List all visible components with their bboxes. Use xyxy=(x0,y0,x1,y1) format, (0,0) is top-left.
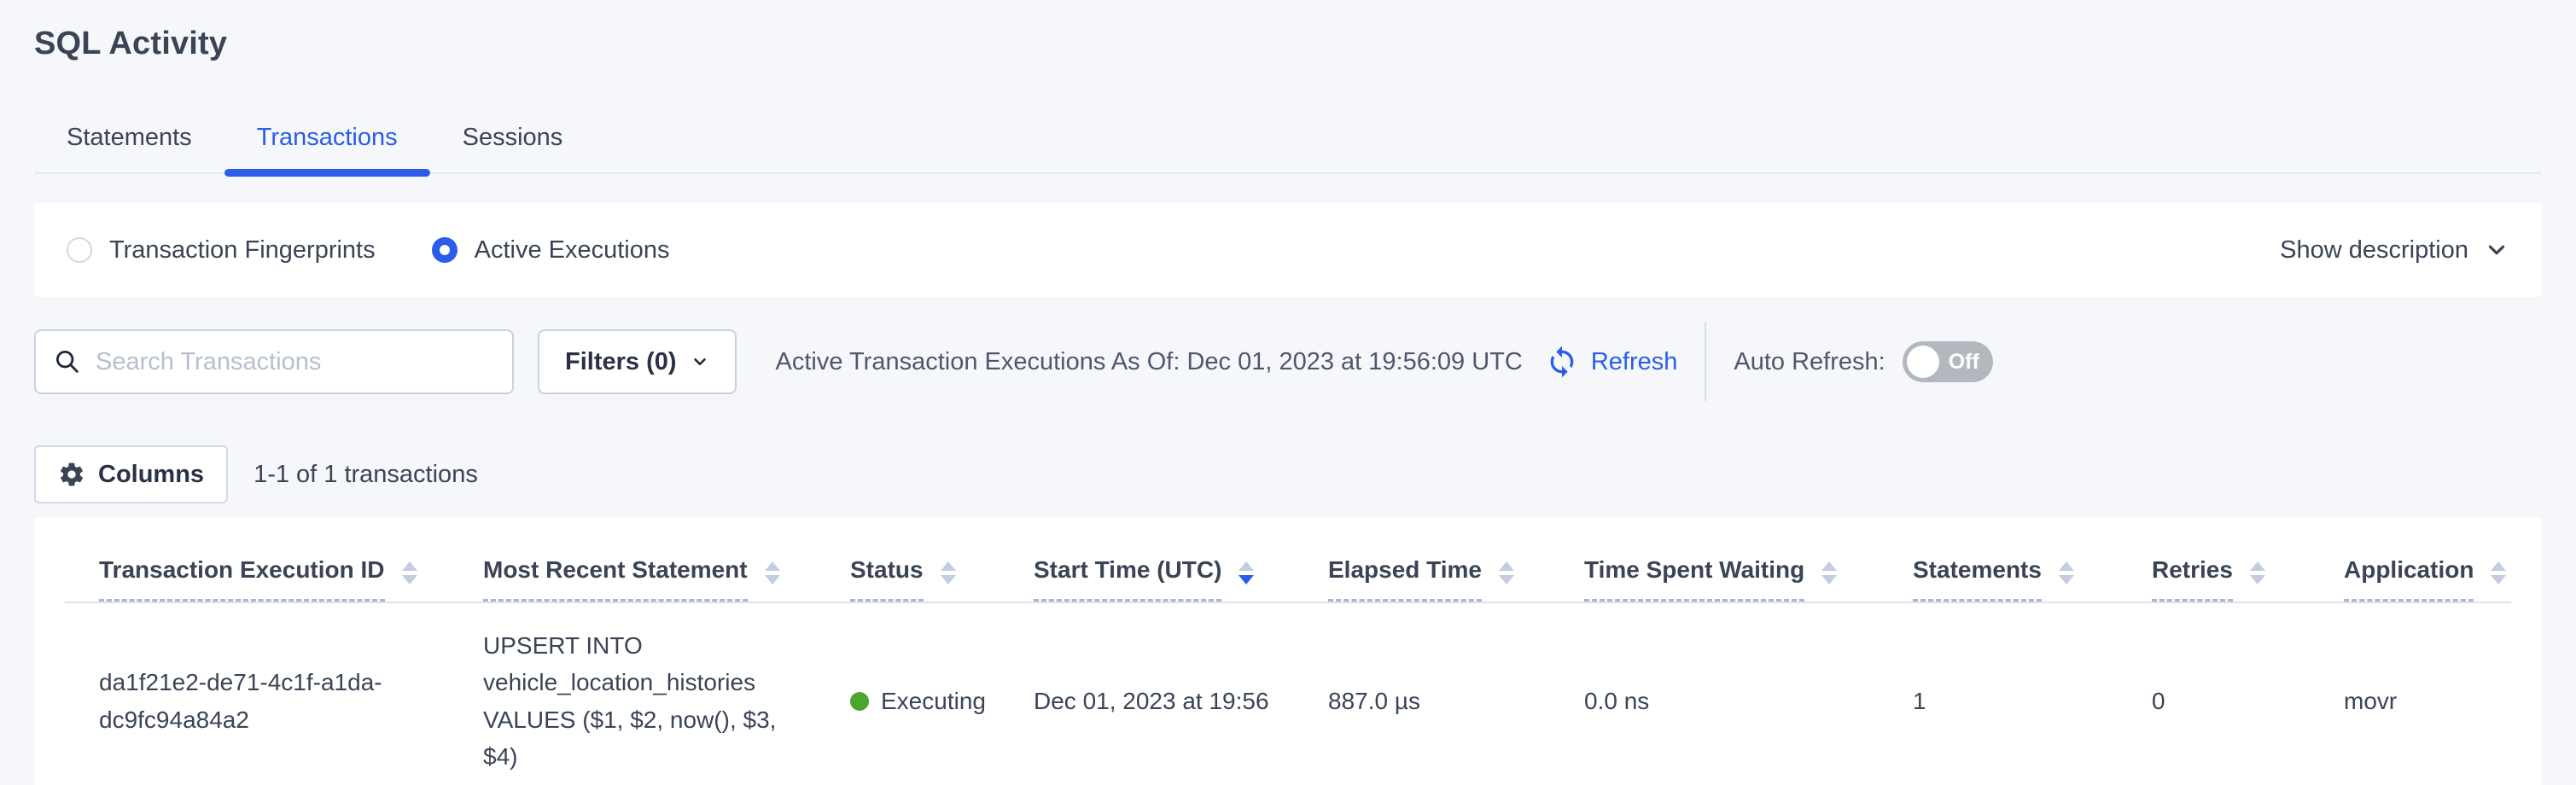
sort-icon[interactable] xyxy=(1499,561,1514,584)
filters-label: Filters (0) xyxy=(565,348,677,376)
col-header-application: Application xyxy=(2344,556,2526,602)
toggle-knob xyxy=(1907,346,1939,378)
result-count: 1-1 of 1 transactions xyxy=(254,461,478,489)
cell-statements: 1 xyxy=(1913,683,2152,719)
cell-start-time: Dec 01, 2023 at 19:56 xyxy=(1034,683,1328,719)
tab-statements[interactable]: Statements xyxy=(34,124,224,172)
radio-label: Active Executions xyxy=(475,236,670,265)
cell-transaction-execution-id[interactable]: da1f21e2-de71-4c1f-a1da-dc9fc94a84a2 xyxy=(99,664,466,738)
sort-icon-active-desc[interactable] xyxy=(1238,561,1254,584)
cell-application: movr xyxy=(2344,683,2511,719)
sort-icon[interactable] xyxy=(2250,561,2265,584)
refresh-icon xyxy=(1545,345,1579,379)
search-input[interactable] xyxy=(96,348,495,376)
sort-icon[interactable] xyxy=(765,561,780,584)
columns-button-label: Columns xyxy=(98,461,204,489)
chevron-down-icon xyxy=(691,352,709,371)
chevron-down-icon xyxy=(2484,237,2509,263)
sql-activity-page: SQL Activity Statements Transactions Ses… xyxy=(0,26,2576,785)
vertical-divider xyxy=(1705,323,1706,401)
sort-icon[interactable] xyxy=(1821,561,1837,584)
cell-time-spent-waiting: 0.0 ns xyxy=(1584,683,1913,719)
toggle-state-label: Off xyxy=(1949,350,1979,375)
table-header-row: Transaction Execution ID Most Recent Sta… xyxy=(65,517,2511,603)
view-mode-panel: Transaction Fingerprints Active Executio… xyxy=(34,203,2542,297)
auto-refresh-control: Auto Refresh: Off xyxy=(1734,341,1992,382)
cell-elapsed-time: 887.0 µs xyxy=(1328,683,1584,719)
auto-refresh-label: Auto Refresh: xyxy=(1734,348,1885,376)
gear-icon xyxy=(58,461,85,488)
cell-most-recent-statement: UPSERT INTO vehicle_location_histories V… xyxy=(483,627,842,776)
col-header-statements: Statements xyxy=(1913,556,2152,602)
sort-icon[interactable] xyxy=(2491,561,2506,584)
col-header-retries: Retries xyxy=(2152,556,2344,602)
col-header-most-recent-statement: Most Recent Statement xyxy=(483,556,850,602)
transactions-table: Transaction Execution ID Most Recent Sta… xyxy=(34,517,2542,785)
radio-label: Transaction Fingerprints xyxy=(109,236,376,265)
sort-icon[interactable] xyxy=(2059,561,2074,584)
columns-button[interactable]: Columns xyxy=(34,445,228,503)
cell-status: Executing xyxy=(850,683,1034,719)
sort-icon[interactable] xyxy=(941,561,956,584)
col-header-status: Status xyxy=(850,556,1034,602)
col-header-start-time: Start Time (UTC) xyxy=(1034,556,1328,602)
show-description-label: Show description xyxy=(2280,236,2468,265)
refresh-button[interactable]: Refresh xyxy=(1545,345,1678,379)
sort-icon[interactable] xyxy=(402,561,417,584)
executing-status-dot-icon xyxy=(850,692,869,711)
results-row: Columns 1-1 of 1 transactions xyxy=(34,445,2542,503)
refresh-label: Refresh xyxy=(1591,348,1678,376)
tab-transactions[interactable]: Transactions xyxy=(224,124,430,172)
cell-retries: 0 xyxy=(2152,683,2344,719)
radio-transaction-fingerprints[interactable]: Transaction Fingerprints xyxy=(67,236,376,265)
col-header-time-spent-waiting: Time Spent Waiting xyxy=(1584,556,1913,602)
as-of-timestamp: Active Transaction Executions As Of: Dec… xyxy=(776,348,1523,376)
radio-unselected-icon[interactable] xyxy=(67,237,92,263)
table-row[interactable]: da1f21e2-de71-4c1f-a1da-dc9fc94a84a2 UPS… xyxy=(65,603,2511,785)
page-title: SQL Activity xyxy=(34,26,2542,62)
radio-active-executions[interactable]: Active Executions xyxy=(432,236,670,265)
controls-row: Filters (0) Active Transaction Execution… xyxy=(34,323,2542,401)
tabbar: Statements Transactions Sessions xyxy=(34,124,2542,174)
status-label: Executing xyxy=(881,683,986,719)
radio-selected-icon[interactable] xyxy=(432,237,458,263)
tab-sessions[interactable]: Sessions xyxy=(430,124,596,172)
filters-button[interactable]: Filters (0) xyxy=(538,329,737,394)
show-description-button[interactable]: Show description xyxy=(2280,236,2509,265)
auto-refresh-toggle[interactable]: Off xyxy=(1903,341,1993,382)
col-header-transaction-execution-id: Transaction Execution ID xyxy=(99,556,483,602)
search-icon xyxy=(53,347,82,376)
search-box[interactable] xyxy=(34,329,514,394)
col-header-elapsed-time: Elapsed Time xyxy=(1328,556,1584,602)
